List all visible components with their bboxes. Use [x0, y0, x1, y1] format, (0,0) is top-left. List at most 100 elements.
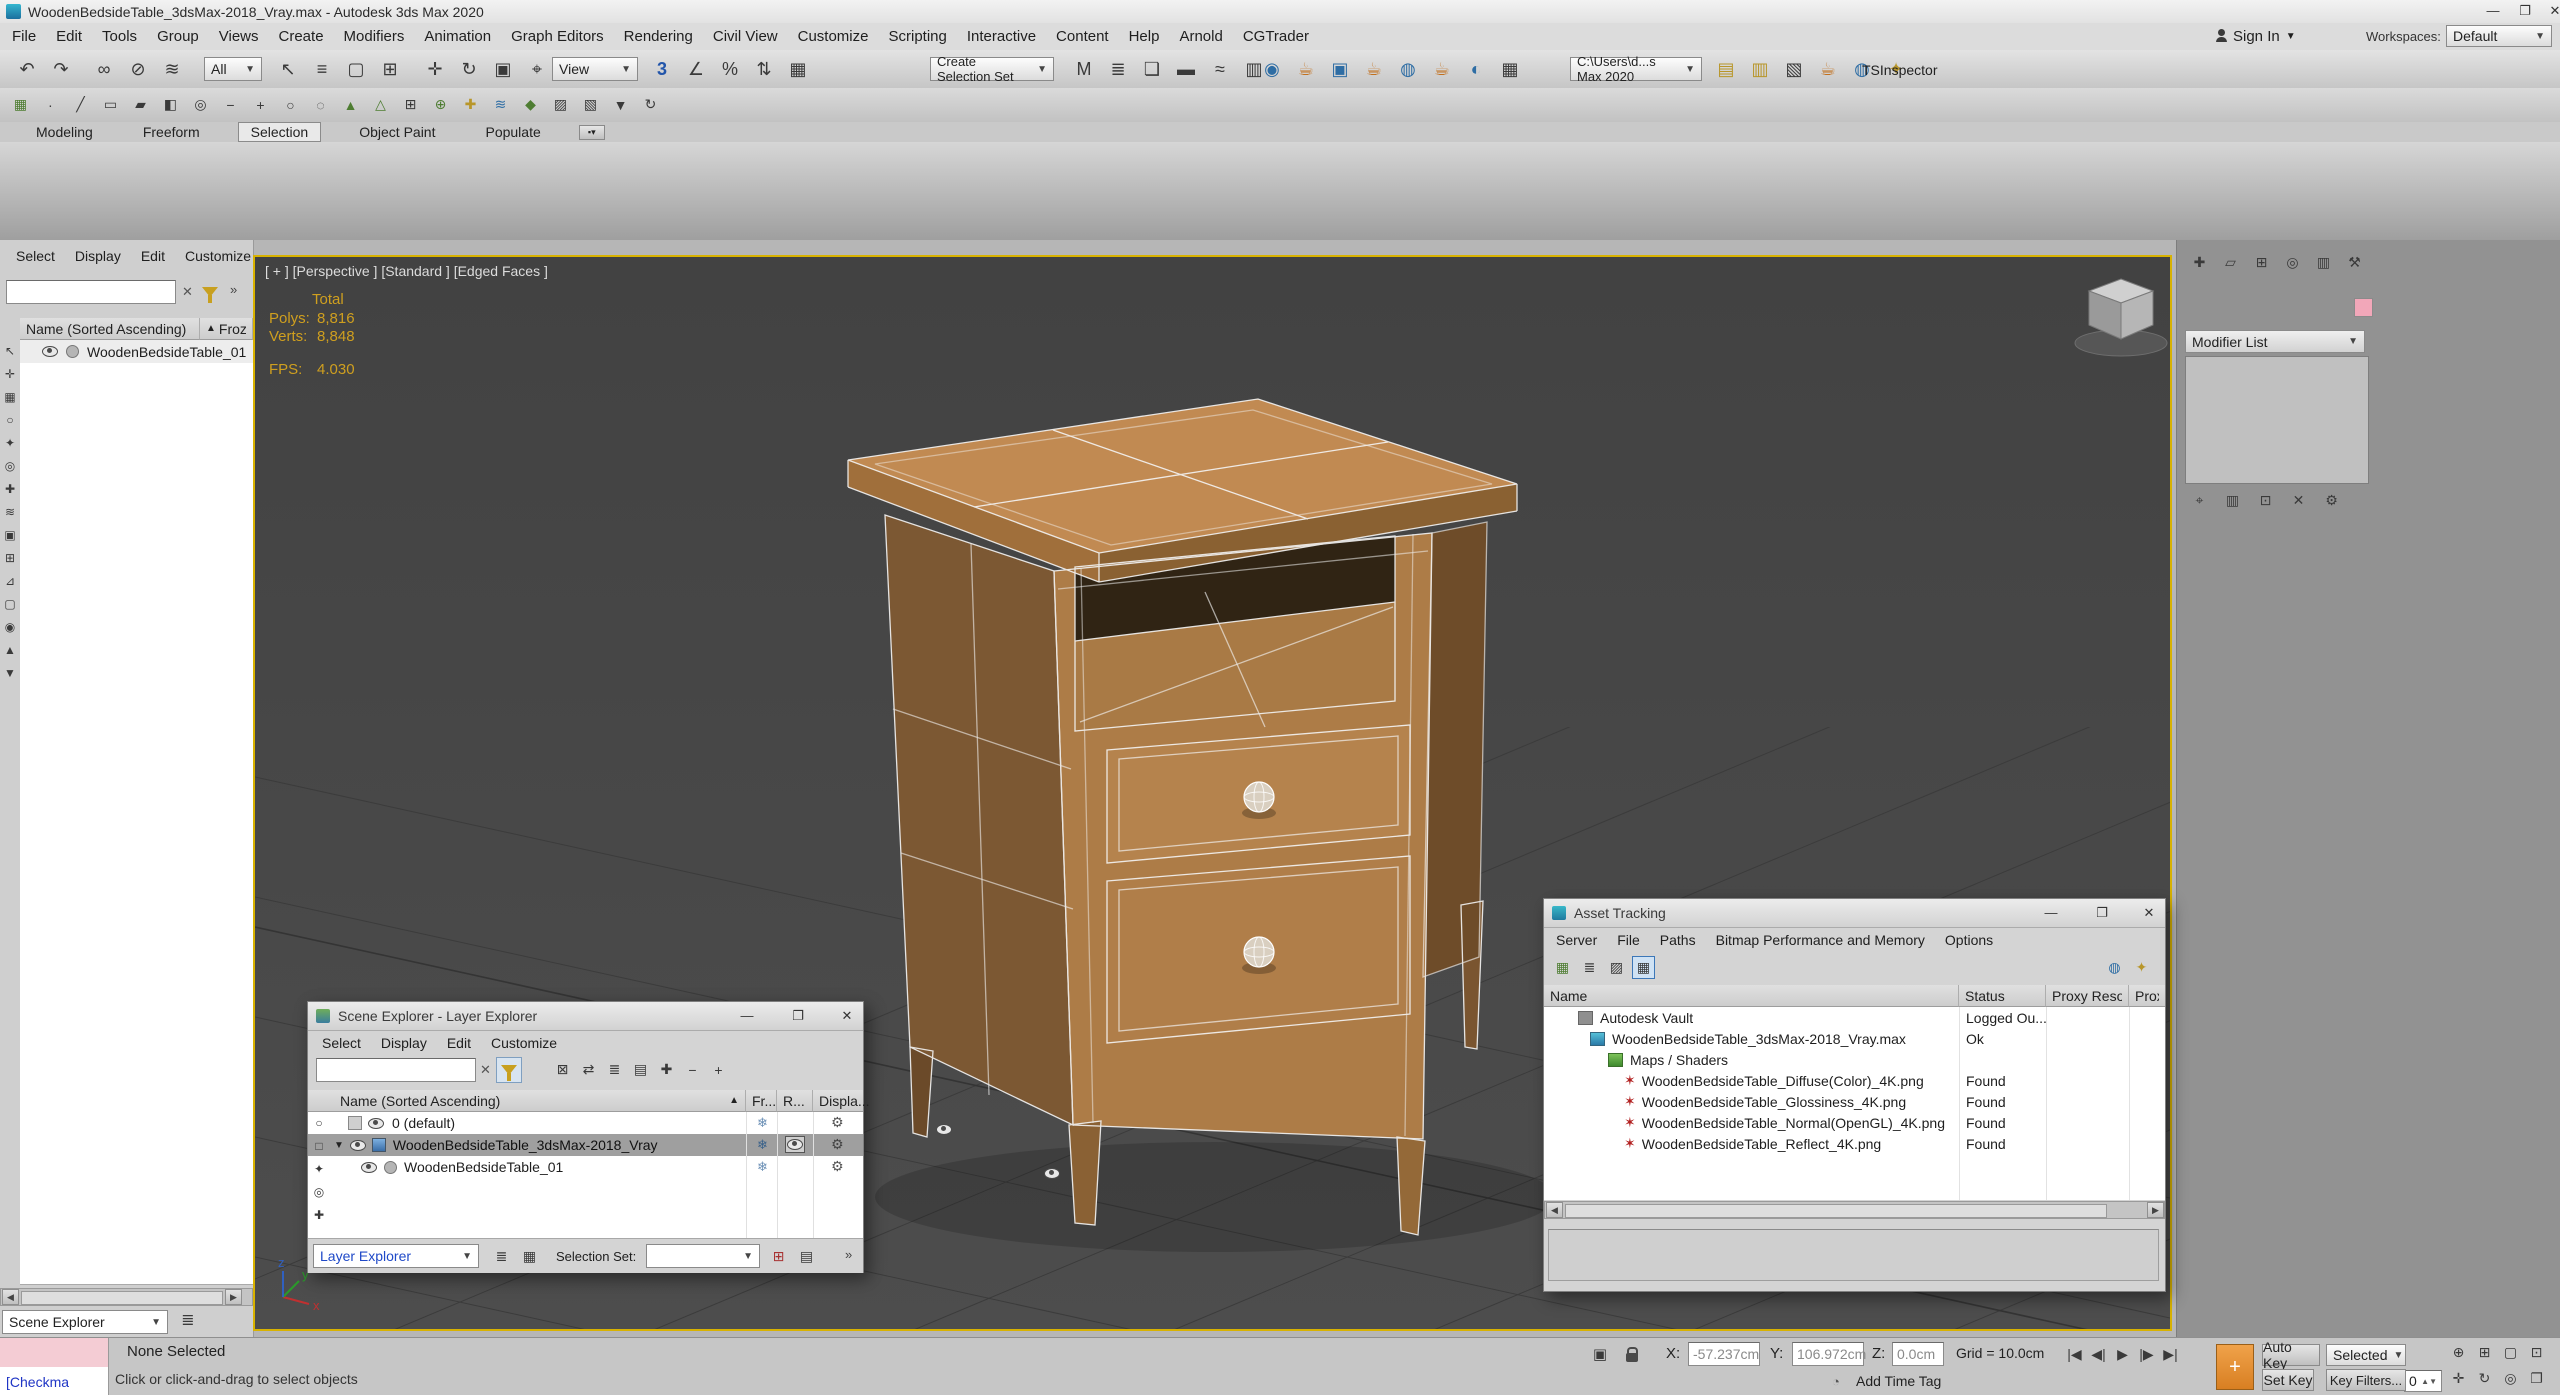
project-path-dropdown[interactable]: C:\Users\d...s Max 2020 ▼	[1570, 54, 1702, 84]
go-to-end-icon[interactable]: ▶|	[2160, 1344, 2181, 1365]
filter-funnel-icon[interactable]	[202, 287, 218, 303]
previous-frame-icon[interactable]: ◀|	[2088, 1344, 2109, 1365]
select-and-place-icon[interactable]: ⌖	[523, 55, 551, 83]
workspace-dropdown[interactable]: Default ▼	[2446, 25, 2552, 47]
menu-item-interactive[interactable]: Interactive	[957, 28, 1046, 45]
menu-item-select[interactable]: Select	[6, 248, 65, 264]
angle-snap-toggle-icon[interactable]: ∠	[682, 55, 710, 83]
filter-funnel-icon[interactable]	[496, 1057, 522, 1083]
menu-item-file[interactable]: File	[1607, 932, 1650, 948]
tab-object-paint[interactable]: Object Paint	[347, 123, 447, 141]
align-icon[interactable]: ≣	[1104, 55, 1132, 83]
macro-recorder-pane[interactable]	[0, 1338, 109, 1368]
select-and-link-icon[interactable]: ∞	[90, 55, 118, 83]
key-filters-button[interactable]: Key Filters...	[2326, 1369, 2406, 1391]
asset-tracking-window[interactable]: Asset Tracking — ❐ ✕ Server File Paths Bitm…	[1543, 898, 2166, 1292]
menu-item-scripting[interactable]: Scripting	[878, 28, 956, 45]
bind-to-space-warp-icon[interactable]: ≋	[158, 55, 186, 83]
material-editor-icon[interactable]: ◉	[1258, 55, 1286, 83]
render-in-cloud-icon[interactable]: ◍	[1394, 55, 1422, 83]
table-view-icon[interactable]: ▦	[1632, 956, 1655, 979]
horizontal-scrollbar[interactable]: ◀ ▶	[0, 1288, 253, 1306]
maximize-icon[interactable]: ❐	[783, 1006, 813, 1025]
filter-geometry-icon[interactable]: ▦	[1, 388, 19, 406]
open-folder-icon[interactable]: ▥	[1746, 55, 1774, 83]
display-gear-icon[interactable]: ⚙	[831, 1136, 844, 1153]
asset-row[interactable]: WoodenBedsideTable_3dsMax-2018_Vray.max …	[1544, 1028, 2165, 1049]
make-unique-icon[interactable]: ⊡	[2255, 490, 2276, 511]
viewport-label[interactable]: [ + ] [Perspective ] [Standard ] [Edged …	[265, 263, 548, 279]
explorer-filter-cameras-icon[interactable]: ◎	[310, 1183, 328, 1201]
layer-list-icon[interactable]: ≣	[491, 1246, 512, 1267]
maximize-button[interactable]: ❐	[2510, 1, 2540, 20]
column-header-name[interactable]: Name (Sorted Ascending) ▲	[308, 1090, 746, 1112]
modifier-list-dropdown[interactable]: Modifier List ▼	[2185, 330, 2365, 353]
conform-brush-icon[interactable]: ◆	[520, 94, 541, 115]
asset-row[interactable]: Maps / Shaders	[1544, 1049, 2165, 1070]
menu-item-content[interactable]: Content	[1046, 28, 1119, 45]
horizontal-scrollbar[interactable]: ◀ ▶	[1544, 1201, 2165, 1219]
edit-named-selection-sets-icon[interactable]: ▦	[784, 55, 812, 83]
element-mode-icon[interactable]: ◧	[160, 94, 181, 115]
render-preset-icon[interactable]: ☕	[1428, 55, 1456, 83]
display-gear-icon[interactable]: ⚙	[831, 1114, 844, 1131]
orbit-icon[interactable]: ↻	[2474, 1368, 2495, 1389]
viewcube[interactable]	[2074, 278, 2168, 357]
asset-row[interactable]: ✶ WoodenBedsideTable_Reflect_4K.png Foun…	[1544, 1133, 2165, 1154]
maximize-viewport-toggle-icon[interactable]: ❐	[2526, 1368, 2547, 1389]
explorer-filter-lights-icon[interactable]: ✦	[310, 1160, 328, 1178]
named-selection-set-dropdown[interactable]: Create Selection Set ▼	[930, 54, 1054, 84]
filter-xrefs-icon[interactable]: ⊞	[1, 549, 19, 567]
filter-lights-icon[interactable]: ✦	[1, 434, 19, 452]
explorer-pan-icon[interactable]: ✛	[1, 365, 19, 383]
reference-coordinate-dropdown[interactable]: View ▼	[552, 57, 638, 81]
maximize-icon[interactable]: ❐	[2087, 903, 2117, 922]
snaps-toggle-3d-icon[interactable]: 3	[648, 55, 676, 83]
column-header-display[interactable]: Displa...	[813, 1090, 870, 1112]
menu-item-edit[interactable]: Edit	[437, 1035, 481, 1051]
asset-list-body[interactable]: Autodesk Vault Logged Ou... WoodenBedsid…	[1544, 1007, 2165, 1200]
paint-connect-icon[interactable]: ✚	[460, 94, 481, 115]
visibility-eye-icon[interactable]	[361, 1161, 377, 1173]
layer-row-selected[interactable]: ▼ WoodenBedsideTable_3dsMax-2018_Vray ❄ …	[308, 1134, 863, 1156]
visibility-eye-icon[interactable]	[368, 1117, 384, 1129]
menu-item-file[interactable]: File	[2, 28, 46, 45]
clear-search-icon[interactable]: ✕	[480, 1062, 491, 1078]
sync-to-selection-icon[interactable]: ⇄	[578, 1059, 599, 1080]
search-input[interactable]	[6, 280, 176, 304]
play-animation-icon[interactable]: ▶	[2112, 1344, 2133, 1365]
selection-lock-icon[interactable]	[1626, 1347, 1638, 1362]
menu-item-customize[interactable]: Customize	[481, 1035, 567, 1051]
column-header-proxy-resolution[interactable]: Proxy Reso...	[2046, 985, 2129, 1007]
hierarchy-tab-icon[interactable]: ⊞	[2251, 252, 2272, 273]
display-tab-icon[interactable]: ▥	[2313, 252, 2334, 273]
pin-stack-icon[interactable]: ⌖	[2189, 490, 2210, 511]
named-set-add-icon[interactable]: ⊞	[768, 1246, 789, 1267]
maxscript-listener-pane[interactable]: [Checkma	[0, 1367, 109, 1395]
select-and-uniform-scale-icon[interactable]: ▣	[489, 55, 517, 83]
menu-item-animation[interactable]: Animation	[414, 28, 501, 45]
next-frame-icon[interactable]: |▶	[2136, 1344, 2157, 1365]
tsinspector-label[interactable]: TSInspector	[1862, 62, 1937, 78]
tab-freeform[interactable]: Freeform	[131, 123, 212, 141]
window-crossing-toggle-icon[interactable]: ⊞	[376, 55, 404, 83]
select-by-name-icon[interactable]: ≡	[308, 55, 336, 83]
zoom-extents-icon[interactable]: ▢	[2500, 1342, 2521, 1363]
scroll-right-icon[interactable]: ▶	[2147, 1202, 2164, 1218]
frozen-snowflake-icon[interactable]: ❄	[757, 1159, 768, 1175]
network-status-icon[interactable]: ◍	[2104, 957, 2125, 978]
scrollbar-thumb[interactable]	[21, 1291, 223, 1305]
select-object-icon[interactable]: ↖	[274, 55, 302, 83]
column-header-frozen[interactable]: Fr...	[746, 1090, 777, 1112]
spinner-snap-toggle-icon[interactable]: ⇅	[750, 55, 778, 83]
modify-tab-icon[interactable]: ▱	[2220, 252, 2241, 273]
explorer-mode-dropdown[interactable]: Layer Explorer ▼	[313, 1244, 479, 1268]
scroll-left-icon[interactable]: ◀	[1546, 1202, 1563, 1218]
info-highlight-icon[interactable]: ✦	[2131, 957, 2152, 978]
clear-search-icon[interactable]: ✕	[182, 284, 193, 300]
collapse-tool-icon[interactable]: ▼	[610, 94, 631, 115]
column-header-status[interactable]: Status	[1959, 985, 2046, 1007]
layer-list-body[interactable]: 0 (default) ❄ ⚙ ▼ WoodenBedsideTable_3ds…	[308, 1112, 1061, 1238]
asset-row[interactable]: Autodesk Vault Logged Ou...	[1544, 1007, 2165, 1028]
tab-modeling[interactable]: Modeling	[24, 123, 105, 141]
